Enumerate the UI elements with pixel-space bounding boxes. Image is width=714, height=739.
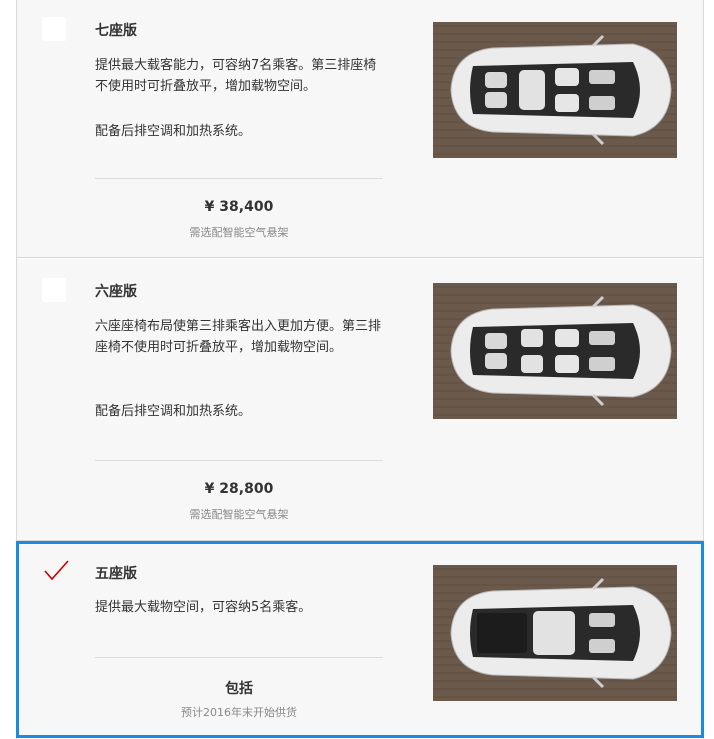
divider [95, 178, 383, 179]
seat-option-six[interactable]: 六座版 六座座椅布局使第三排乘客出入更加方便。第三排座椅不使用时可折叠放平，增加… [17, 259, 703, 541]
option-price: ¥ 28,800 [204, 481, 274, 497]
option-description-extra: 配备后排空调和加热系统。 [95, 404, 252, 419]
option-price: ¥ 38,400 [204, 199, 274, 215]
option-title: 七座版 [95, 23, 137, 39]
option-title: 六座版 [95, 284, 137, 300]
car-interior-image [433, 22, 677, 158]
divider [95, 460, 383, 461]
option-note: 需选配智能空气悬架 [189, 226, 289, 239]
option-price: 包括 [225, 681, 253, 697]
option-checkbox[interactable] [42, 17, 66, 41]
option-checkbox[interactable] [42, 559, 69, 583]
check-mark-icon [44, 560, 69, 581]
option-note: 预计2016年末开始供货 [181, 706, 297, 719]
car-interior-image [433, 283, 677, 419]
option-note: 需选配智能空气悬架 [189, 508, 289, 521]
car-interior-image [433, 565, 677, 701]
seat-option-seven[interactable]: 七座版 提供最大载客能力，可容纳7名乘客。第三排座椅不使用时可折叠放平，增加载物… [17, 0, 703, 258]
option-description-extra: 配备后排空调和加热系统。 [95, 124, 252, 139]
divider [95, 657, 383, 658]
option-description: 提供最大载物空间，可容纳5名乘客。 [95, 600, 312, 615]
option-description: 提供最大载客能力，可容纳7名乘客。第三排座椅不使用时可折叠放平，增加载物空间。 [95, 58, 377, 94]
option-title: 五座版 [95, 566, 137, 582]
option-description: 六座座椅布局使第三排乘客出入更加方便。第三排座椅不使用时可折叠放平，增加载物空间… [95, 319, 382, 355]
seat-option-five[interactable]: 五座版 提供最大载物空间，可容纳5名乘客。 包括 预计2016年末开始供货 [17, 542, 703, 736]
option-checkbox[interactable] [42, 278, 66, 302]
